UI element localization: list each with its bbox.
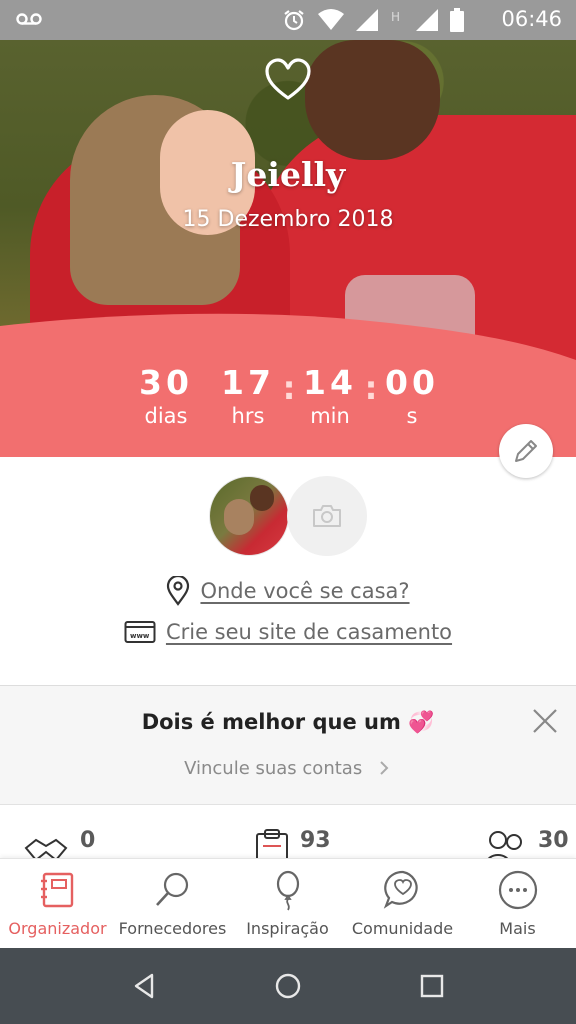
more-icon: [498, 870, 538, 910]
alarm-icon: [284, 10, 304, 31]
nav-fornecedores-label: Fornecedores: [118, 919, 227, 938]
stat-vendors-value: 0: [80, 828, 96, 853]
edit-button[interactable]: [499, 424, 553, 478]
wedding-date: 15 Dezembro 2018: [182, 207, 394, 232]
voicemail-icon: [16, 13, 42, 25]
planner-icon: [41, 872, 74, 908]
couple-avatar[interactable]: [209, 476, 289, 556]
wedding-countdown: 30 dias 17 hrs : 14 min : 00 s: [0, 363, 576, 457]
heart-icon: [265, 58, 311, 100]
link-accounts-label: Vincule suas contas: [184, 758, 363, 779]
nav-comunidade[interactable]: Comunidade: [345, 859, 460, 949]
link-accounts-banner: Dois é melhor que um 💞 Vincule suas cont…: [0, 686, 576, 804]
hero-banner: Jeielly 15 Dezembro 2018 30 dias 17 hrs …: [0, 40, 576, 457]
nav-organizador[interactable]: Organizador: [0, 859, 115, 949]
chat-heart-icon: [383, 870, 418, 909]
promo-title: Dois é melhor que um 💞: [141, 710, 435, 734]
status-icons: H: [282, 8, 464, 32]
nav-comunidade-label: Comunidade: [351, 919, 454, 938]
nav-inspiracao-label: Inspiração: [246, 919, 329, 938]
guests-icon: [486, 831, 522, 860]
svg-text:H: H: [391, 10, 400, 24]
app-screen: H 06:46 Jeielly 15 Dezembro 2018 30 dias…: [0, 0, 576, 1024]
wifi-icon: [318, 9, 344, 30]
bottom-navigation: Organizador Fornecedores Inspiração Comu…: [0, 858, 576, 948]
nav-mais[interactable]: Mais: [460, 859, 575, 949]
countdown-hours: 17 hrs: [221, 363, 275, 428]
wedding-location-label: Onde você se casa?: [200, 579, 410, 603]
back-icon[interactable]: [128, 970, 160, 1002]
countdown-seconds: 00 s: [385, 363, 439, 428]
couple-name: Jeielly: [230, 155, 346, 194]
create-site-link[interactable]: www Crie seu site de casamento: [0, 620, 576, 644]
close-icon[interactable]: [530, 706, 560, 736]
clipboard-icon: [256, 829, 288, 860]
nav-inspiracao[interactable]: Inspiração: [230, 859, 345, 949]
wedding-location-link[interactable]: Onde você se casa?: [0, 576, 576, 606]
countdown-days: 30 dias: [139, 363, 193, 428]
divider: [0, 804, 576, 805]
nav-organizador-label: Organizador: [8, 919, 107, 938]
nav-mais-label: Mais: [499, 919, 536, 938]
location-pin-icon: [167, 576, 190, 606]
website-icon: www: [124, 621, 156, 643]
link-accounts-button[interactable]: Vincule suas contas: [0, 758, 576, 779]
pencil-icon: [515, 440, 537, 462]
signal-icon: [416, 9, 438, 31]
camera-icon: [313, 505, 341, 527]
home-icon[interactable]: [272, 970, 304, 1002]
stat-tasks-value: 93: [300, 828, 331, 853]
create-site-label: Crie seu site de casamento: [165, 620, 453, 644]
balloon-icon: [276, 870, 300, 911]
add-photo-button[interactable]: [287, 476, 367, 556]
battery-icon: [450, 8, 464, 32]
svg-text:www: www: [130, 632, 150, 640]
signal-icon: [356, 9, 378, 31]
h-network-icon: H: [391, 10, 400, 24]
search-icon: [156, 872, 189, 906]
status-bar: H 06:46: [0, 0, 576, 40]
stat-tasks[interactable]: 93: [254, 828, 331, 860]
handshake-icon: [24, 838, 68, 860]
stat-guests-value: 30: [538, 828, 569, 853]
chevron-right-icon: [380, 761, 389, 775]
stat-guests[interactable]: 30: [484, 828, 569, 860]
nav-fornecedores[interactable]: Fornecedores: [115, 859, 230, 949]
recents-icon[interactable]: [416, 970, 448, 1002]
system-navigation-bar: [0, 948, 576, 1024]
status-time: 06:46: [501, 7, 562, 31]
countdown-minutes: 14 min: [303, 363, 357, 428]
stat-vendors[interactable]: 0: [22, 828, 95, 860]
